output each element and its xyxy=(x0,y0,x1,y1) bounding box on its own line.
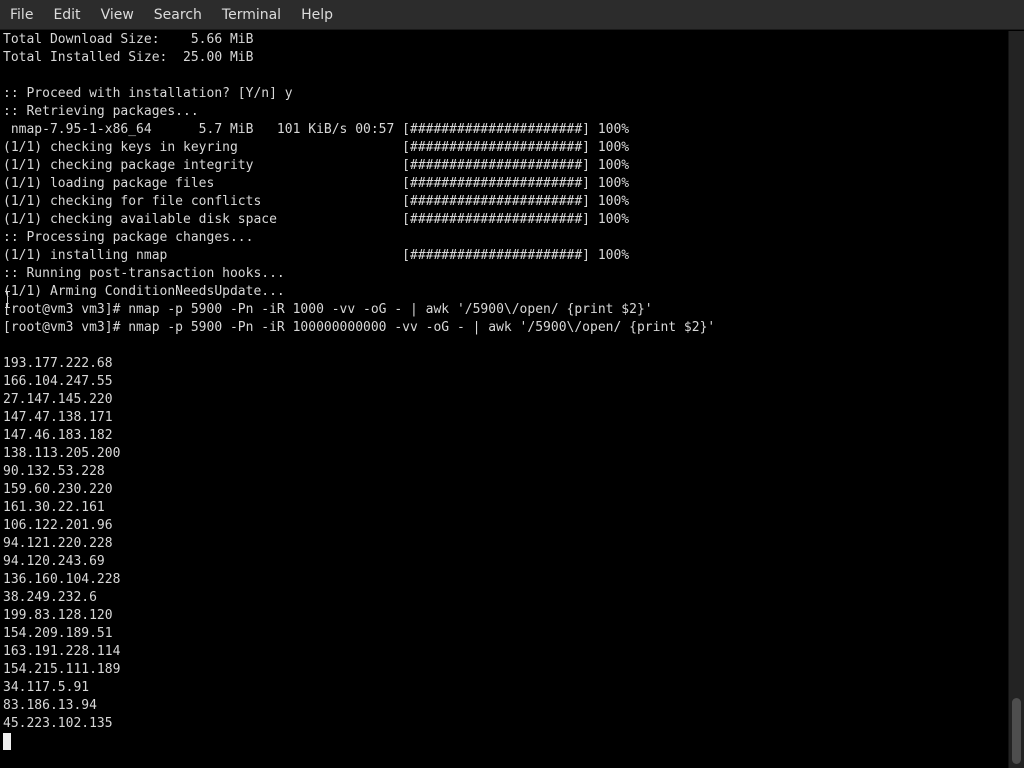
terminal-line: (1/1) loading package files [###########… xyxy=(3,176,630,191)
terminal-line: 154.215.111.189 xyxy=(3,662,121,677)
terminal-window: File Edit View Search Terminal Help Tota… xyxy=(0,0,1024,768)
scrollbar-thumb[interactable] xyxy=(1012,698,1021,764)
terminal-text: Total Download Size: 5.66 MiB Total Insta… xyxy=(0,31,1008,751)
menu-bar: File Edit View Search Terminal Help xyxy=(0,0,1024,30)
terminal-line: 83.186.13.94 xyxy=(3,698,97,713)
menu-terminal[interactable]: Terminal xyxy=(212,0,291,30)
terminal-line: 166.104.247.55 xyxy=(3,374,113,389)
terminal-line: :: Processing package changes... xyxy=(3,230,254,245)
text-cursor-icon xyxy=(5,291,10,308)
terminal-line: 147.46.183.182 xyxy=(3,428,113,443)
terminal-line: 90.132.53.228 xyxy=(3,464,105,479)
terminal-line: :: Proceed with installation? [Y/n] y xyxy=(3,86,293,101)
terminal-line: 138.113.205.200 xyxy=(3,446,121,461)
terminal-line: 161.30.22.161 xyxy=(3,500,105,515)
terminal-line: 199.83.128.120 xyxy=(3,608,113,623)
terminal-line: 147.47.138.171 xyxy=(3,410,113,425)
terminal-line: 106.122.201.96 xyxy=(3,518,113,533)
terminal-line: 38.249.232.6 xyxy=(3,590,97,605)
terminal-line: nmap-7.95-1-x86_64 5.7 MiB 101 KiB/s 00:… xyxy=(3,122,630,137)
terminal-line: 94.121.220.228 xyxy=(3,536,113,551)
prompt-cursor-row xyxy=(3,733,1008,751)
terminal-line: :: Retrieving packages... xyxy=(3,104,199,119)
terminal-line: 27.147.145.220 xyxy=(3,392,113,407)
terminal-line: (1/1) checking keys in keyring [########… xyxy=(3,140,630,155)
menu-search[interactable]: Search xyxy=(144,0,212,30)
terminal-line: 94.120.243.69 xyxy=(3,554,105,569)
vertical-scrollbar[interactable] xyxy=(1008,31,1024,768)
terminal-line: 159.60.230.220 xyxy=(3,482,113,497)
terminal-line: (1/1) checking package integrity [######… xyxy=(3,158,630,173)
terminal-line: (1/1) checking available disk space [###… xyxy=(3,212,630,227)
terminal-line: (1/1) checking for file conflicts [#####… xyxy=(3,194,630,209)
terminal-line: 154.209.189.51 xyxy=(3,626,113,641)
terminal-line: Total Installed Size: 25.00 MiB xyxy=(3,50,254,65)
terminal-line: 193.177.222.68 xyxy=(3,356,113,371)
terminal-line: (1/1) Arming ConditionNeedsUpdate... xyxy=(3,284,285,299)
terminal-line: 136.160.104.228 xyxy=(3,572,121,587)
terminal-output[interactable]: Total Download Size: 5.66 MiB Total Insta… xyxy=(0,31,1008,768)
terminal-line: (1/1) installing nmap [#################… xyxy=(3,248,630,263)
block-cursor xyxy=(3,733,11,750)
terminal-line: 45.223.102.135 xyxy=(3,716,113,731)
terminal-line: [root@vm3 vm3]# nmap -p 5900 -Pn -iR 100… xyxy=(3,302,653,317)
terminal-line: Total Download Size: 5.66 MiB xyxy=(3,32,254,47)
menu-file[interactable]: File xyxy=(0,0,43,30)
terminal-line: 34.117.5.91 xyxy=(3,680,90,695)
terminal-line: 163.191.228.114 xyxy=(3,644,121,659)
terminal-line: :: Running post-transaction hooks... xyxy=(3,266,285,281)
menu-view[interactable]: View xyxy=(91,0,144,30)
menu-edit[interactable]: Edit xyxy=(43,0,90,30)
terminal-line: [root@vm3 vm3]# nmap -p 5900 -Pn -iR 100… xyxy=(3,320,716,335)
menu-help[interactable]: Help xyxy=(291,0,343,30)
